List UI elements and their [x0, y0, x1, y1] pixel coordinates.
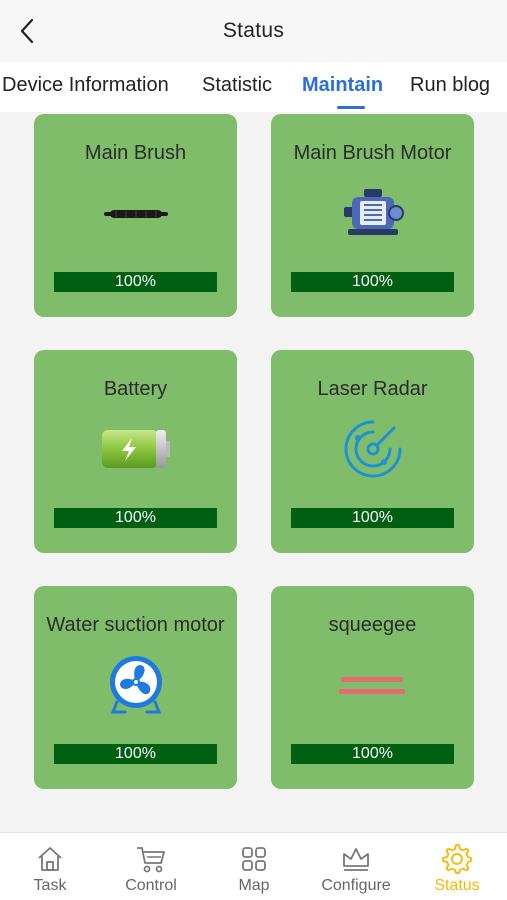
nav-label: Control: [125, 877, 177, 894]
brush-icon: [96, 178, 176, 248]
progress-text: 100%: [352, 745, 393, 762]
nav-label: Status: [434, 877, 480, 894]
maintain-card-main-brush[interactable]: Main Brush 100%: [34, 114, 237, 317]
maintain-card-laser-radar[interactable]: Laser Radar 100%: [271, 350, 474, 553]
maintain-card-squeegee[interactable]: squeegee 100%: [271, 586, 474, 789]
nav-status[interactable]: Status: [407, 833, 507, 900]
nav-label: Configure: [321, 877, 391, 894]
squeegee-icon: [333, 650, 413, 720]
tab-bar: Device Information Statistic Maintain Ru…: [0, 62, 507, 112]
active-tab-indicator: [337, 106, 365, 109]
progress-text: 100%: [352, 509, 393, 526]
home-icon: [34, 843, 66, 875]
card-label: Water suction motor: [46, 614, 225, 636]
progress-bar: 100%: [54, 272, 217, 292]
back-arrow-icon: [20, 18, 34, 44]
grid-icon: [238, 843, 270, 875]
tab-device-information[interactable]: Device Information: [2, 74, 169, 97]
tab-run-blog[interactable]: Run blog: [410, 74, 490, 97]
maintain-card-main-brush-motor[interactable]: Main Brush Motor 100%: [271, 114, 474, 317]
maintain-card-water-suction-motor[interactable]: Water suction motor 100%: [34, 586, 237, 789]
progress-text: 100%: [115, 745, 156, 762]
battery-icon: [96, 414, 176, 484]
tab-maintain[interactable]: Maintain: [302, 74, 383, 97]
nav-label: Task: [33, 877, 67, 894]
bottom-nav: Task Control Map Configure Status: [0, 832, 507, 900]
fan-icon: [96, 650, 176, 720]
progress-bar: 100%: [54, 508, 217, 528]
crown-icon: [340, 843, 372, 875]
progress-text: 100%: [352, 273, 393, 290]
card-label: Battery: [103, 378, 168, 400]
progress-bar: 100%: [291, 508, 454, 528]
gear-icon: [441, 843, 473, 875]
nav-map[interactable]: Map: [204, 833, 304, 900]
progress-bar: 100%: [291, 272, 454, 292]
progress-bar: 100%: [54, 744, 217, 764]
cart-icon: [135, 843, 167, 875]
nav-control[interactable]: Control: [101, 833, 201, 900]
progress-text: 100%: [115, 273, 156, 290]
nav-label: Map: [238, 877, 270, 894]
nav-task[interactable]: Task: [0, 833, 100, 900]
card-label: Main Brush Motor: [293, 142, 452, 164]
card-label: Main Brush: [84, 142, 187, 164]
maintain-card-battery[interactable]: Battery 100%: [34, 350, 237, 553]
radar-icon: [333, 414, 413, 484]
header-bar: Status: [0, 0, 507, 62]
motor-icon: [333, 178, 413, 248]
nav-configure[interactable]: Configure: [306, 833, 406, 900]
page-title: Status: [222, 19, 285, 42]
progress-bar: 100%: [291, 744, 454, 764]
card-label: Laser Radar: [317, 378, 428, 400]
back-button[interactable]: [14, 16, 40, 46]
card-label: squeegee: [328, 614, 417, 636]
tab-statistic[interactable]: Statistic: [202, 74, 272, 97]
progress-text: 100%: [115, 509, 156, 526]
maintain-content: Main Brush 100% Main Brush Motor 100% Ba…: [0, 112, 507, 832]
